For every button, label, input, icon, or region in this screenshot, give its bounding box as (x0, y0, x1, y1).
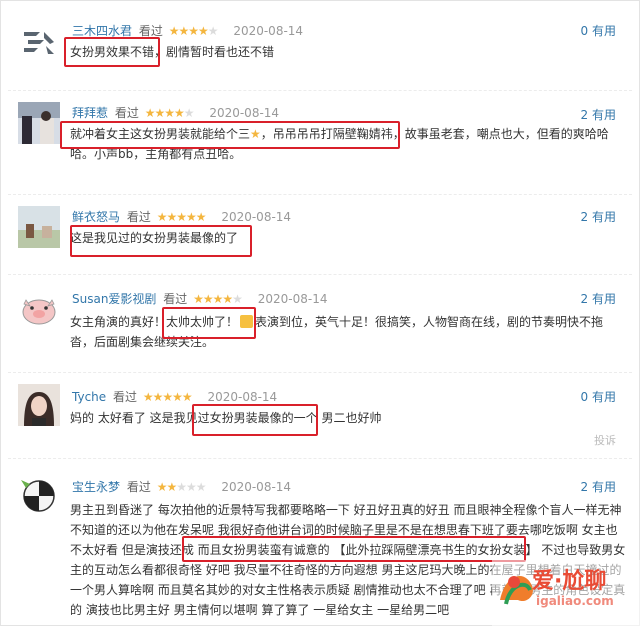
watch-status: 看过 (163, 292, 188, 306)
useful-button[interactable]: 2 有用 (581, 208, 616, 225)
star-rating: ★★★★★ (156, 210, 207, 224)
divider (8, 90, 632, 91)
useful-button[interactable]: 0 有用 (581, 388, 616, 405)
highlight-box (64, 37, 160, 67)
star-rating: ★★★★★ (142, 390, 193, 404)
divider (8, 458, 632, 459)
useful-button[interactable]: 2 有用 (581, 478, 616, 495)
username-link[interactable]: Tyche (72, 390, 106, 404)
avatar[interactable] (18, 206, 60, 248)
username-link[interactable]: 三木四水君 (72, 24, 132, 38)
report-link[interactable]: 投诉 (594, 432, 616, 448)
avatar[interactable] (18, 384, 60, 426)
watermark-text: 爱·尬聊 (532, 569, 607, 594)
username-link[interactable]: 鲜衣怒马 (72, 210, 120, 224)
highlight-box (60, 121, 400, 149)
watch-status: 看过 (138, 24, 163, 38)
watch-status: 看过 (112, 390, 137, 404)
highlight-box (192, 404, 318, 436)
review-meta: Susan爱影视剧 看过 ★★★★★ 2020-08-14 (72, 290, 327, 307)
useful-button[interactable]: 2 有用 (581, 290, 616, 307)
star-rating: ★★★★★ (193, 292, 243, 306)
avatar[interactable] (18, 474, 60, 516)
watch-status: 看过 (126, 480, 151, 494)
review-meta: Tyche 看过 ★★★★★ 2020-08-14 (72, 388, 277, 405)
watch-status: 看过 (114, 106, 139, 120)
review-date: 2020-08-14 (207, 390, 278, 404)
useful-button[interactable]: 0 有用 (581, 22, 616, 39)
star-rating: ★★★★★ (168, 24, 219, 38)
divider (8, 194, 632, 195)
divider (8, 274, 632, 275)
username-link[interactable]: 拜拜惹 (72, 106, 108, 120)
review-meta: 拜拜惹 看过 ★★★★★ 2020-08-14 (72, 104, 279, 121)
review-date: 2020-08-14 (209, 106, 280, 120)
star-rating: ★★★★★ (144, 106, 195, 120)
watermark-url: igaliao.com (536, 594, 614, 608)
highlight-box (70, 225, 252, 257)
watch-status: 看过 (126, 210, 151, 224)
review-content: 妈的 太好看了 这是我见过女扮男装最像的一个 男二也好帅 (70, 411, 382, 425)
divider (8, 372, 632, 373)
review-meta: 鲜衣怒马 看过 ★★★★★ 2020-08-14 (72, 208, 291, 225)
star-rating: ★★★★★ (156, 480, 207, 494)
avatar[interactable] (18, 288, 60, 330)
review-date: 2020-08-14 (221, 210, 292, 224)
review-meta: 宝生永梦 看过 ★★★★★ 2020-08-14 (72, 478, 291, 495)
username-link[interactable]: 宝生永梦 (72, 480, 120, 494)
review-date: 2020-08-14 (221, 480, 292, 494)
review-date: 2020-08-14 (257, 292, 328, 306)
review-date: 2020-08-14 (233, 24, 304, 38)
highlight-box (162, 307, 256, 339)
review-content: 女主角演的真好！太帅太帅了！ 表演到位，英气十足！很搞笑，人物智商在线，剧的节奏明… (70, 312, 626, 352)
username-link[interactable]: Susan爱影视剧 (72, 292, 156, 306)
avatar[interactable] (18, 22, 60, 64)
useful-button[interactable]: 2 有用 (581, 106, 616, 123)
avatar[interactable] (18, 102, 60, 144)
highlight-box (182, 536, 526, 562)
